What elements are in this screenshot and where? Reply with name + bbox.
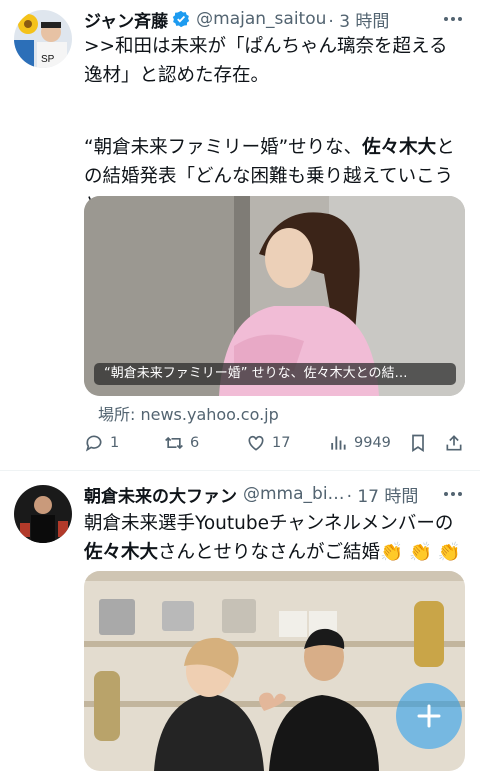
text-line: 逸材」と認めた存在。: [84, 65, 270, 86]
retweet-icon: [165, 436, 183, 450]
reply-icon: [85, 435, 102, 452]
text-line: “朝倉未来ファミリー婚”せりな、佐々木大と: [84, 133, 468, 162]
like-icon: [248, 435, 264, 451]
author-name[interactable]: ジャン斉藤: [84, 7, 168, 32]
bookmark-icon: [412, 434, 424, 453]
tweet-text: >>和田は未来が「ぱんちゃん璃奈を超える 逸材」と認めた存在。 “朝倉未来ファミリー…: [84, 32, 468, 220]
text-line: 朝倉未来選手Youtubeチャンネルメンバーの: [84, 513, 454, 534]
text-line: 佐々木大さんとせりなさんがご結婚👏 👏 👏: [84, 538, 468, 567]
reply-count: 1: [110, 435, 120, 451]
compose-plus-icon: [417, 704, 441, 728]
svg-text:SP: SP: [41, 54, 55, 65]
card-caption[interactable]: “朝倉未来ファミリー婚” せりな、佐々木大との結…: [94, 363, 456, 385]
tweet-actions: 1 6 17 9949: [84, 430, 468, 456]
text-segment: と: [436, 137, 455, 158]
tweet-header: ジャン斉藤 @majan_saitou · 3 時間: [84, 6, 389, 32]
text-bold-segment[interactable]: 佐々木大: [362, 137, 436, 158]
text-line: [84, 90, 468, 119]
author-handle[interactable]: @mma_bi…: [243, 484, 345, 504]
text-line: の結婚発表「どんな困難も乗り越えていこう: [84, 166, 454, 187]
text-segment: さんとせりなさんがご結婚: [158, 542, 381, 563]
like-button[interactable]: 17: [246, 430, 290, 456]
avatar[interactable]: SP: [14, 10, 72, 68]
timestamp[interactable]: · 17 時間: [347, 482, 419, 507]
link-source[interactable]: 場所: news.yahoo.co.jp: [98, 401, 279, 425]
views-count: 9949: [354, 435, 391, 451]
verified-badge-icon: [172, 10, 190, 28]
text-segment: “朝倉未来ファミリー婚”せりな、: [84, 137, 363, 158]
share-button[interactable]: [444, 430, 470, 456]
like-count: 17: [272, 435, 291, 451]
clap-emoji: 👏 👏 👏: [380, 542, 461, 563]
views-button[interactable]: 9949: [328, 430, 391, 456]
author-handle[interactable]: @majan_saitou: [196, 9, 326, 29]
retweet-count: 6: [190, 435, 200, 451]
retweet-button[interactable]: 6: [164, 430, 199, 456]
reply-button[interactable]: 1: [84, 430, 119, 456]
compose-button[interactable]: [396, 683, 462, 749]
share-icon: [446, 435, 462, 451]
text-line: >>和田は未来が「ぱんちゃん璃奈を超える: [84, 36, 448, 57]
tweet-1[interactable]: SP ジャン斉藤 @majan_saitou · 3 時間 >>和田は未来が「ぱ…: [0, 0, 480, 470]
bookmark-button[interactable]: [408, 430, 434, 456]
views-icon: [331, 436, 346, 450]
link-card-image[interactable]: “朝倉未来ファミリー婚” せりな、佐々木大との結…: [84, 196, 465, 396]
more-icon[interactable]: [440, 8, 466, 30]
tweet-text: 朝倉未来選手Youtubeチャンネルメンバーの 佐々木大さんとせりなさんがご結婚👏…: [84, 509, 468, 567]
more-icon[interactable]: [440, 483, 466, 505]
avatar[interactable]: [14, 485, 72, 543]
text-bold-segment[interactable]: 佐々木大: [84, 542, 158, 563]
timestamp[interactable]: · 3 時間: [328, 7, 389, 32]
tweet-header: 朝倉未来の大ファン @mma_bi… · 17 時間: [84, 481, 418, 507]
author-name[interactable]: 朝倉未来の大ファン: [84, 482, 237, 507]
